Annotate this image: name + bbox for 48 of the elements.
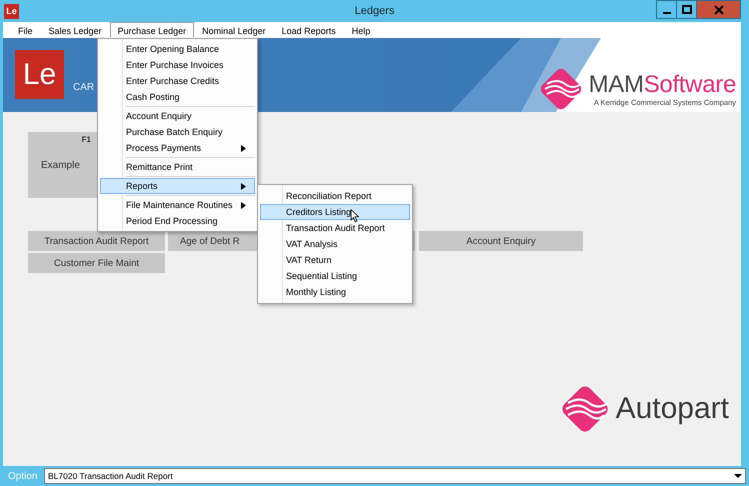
app-logo: Le bbox=[15, 50, 64, 99]
product-logo-text: Autopart bbox=[616, 392, 729, 426]
menu-entry[interactable]: Period End Processing bbox=[100, 213, 255, 229]
menu-item[interactable]: Sales Ledger bbox=[40, 22, 110, 38]
menu-item[interactable]: Load Reports bbox=[274, 22, 344, 38]
menu-entry[interactable]: VAT Analysis bbox=[260, 236, 410, 252]
dropdown-arrow-icon bbox=[734, 473, 742, 479]
brand-name-suffix: Software bbox=[644, 70, 736, 98]
menu-entry[interactable]: Reconciliation Report bbox=[260, 188, 410, 204]
menu-entry[interactable]: Process Payments bbox=[100, 140, 255, 156]
menu-entry[interactable]: Cash Posting bbox=[100, 89, 255, 105]
menu-item[interactable]: Purchase Ledger bbox=[110, 22, 194, 38]
menu-entry[interactable]: Enter Purchase Invoices bbox=[100, 57, 255, 73]
menu-entry[interactable]: Creditors Listing bbox=[260, 204, 410, 220]
submenu-arrow-icon bbox=[241, 144, 246, 152]
menu-item[interactable]: Help bbox=[344, 22, 378, 38]
menu-entry[interactable]: Enter Opening Balance bbox=[100, 41, 255, 57]
mouse-cursor-icon bbox=[350, 209, 360, 223]
function-button[interactable]: Account Enquiry bbox=[419, 231, 583, 251]
menu-entry[interactable]: Reports bbox=[100, 178, 255, 194]
menu-item[interactable]: File bbox=[10, 22, 41, 38]
option-label: Option bbox=[7, 470, 38, 482]
menu-entry[interactable]: Account Enquiry bbox=[100, 108, 255, 124]
banner-caption: CAR bbox=[73, 82, 94, 93]
minimize-icon bbox=[662, 12, 670, 14]
close-button[interactable] bbox=[696, 0, 741, 19]
option-combo-box[interactable]: BL7020 Transaction Audit Report bbox=[44, 468, 746, 484]
menu-entry[interactable]: Enter Purchase Credits bbox=[100, 73, 255, 89]
minimize-button[interactable] bbox=[656, 0, 677, 19]
app-icon: Le bbox=[4, 4, 19, 18]
menu-entry[interactable]: Sequential Listing bbox=[260, 268, 410, 284]
maximize-icon bbox=[682, 4, 692, 14]
menu-item[interactable]: Nominal Ledger bbox=[194, 22, 274, 38]
menu-entry[interactable]: Monthly Listing bbox=[260, 284, 410, 300]
function-button[interactable]: Transaction Audit Report bbox=[28, 231, 165, 251]
menu-entry[interactable]: Remittance Print bbox=[100, 159, 255, 175]
menu-entry[interactable]: VAT Return bbox=[260, 252, 410, 268]
example-button[interactable]: F1 Example bbox=[28, 132, 98, 198]
maximize-button[interactable] bbox=[676, 0, 697, 19]
menu-entry[interactable]: Purchase Batch Enquiry bbox=[100, 124, 255, 140]
submenu-arrow-icon bbox=[241, 202, 246, 208]
window-title: Ledgers bbox=[354, 5, 394, 17]
function-button[interactable]: Customer File Maint bbox=[28, 253, 165, 273]
close-icon bbox=[714, 4, 724, 14]
menu-entry[interactable]: File Maintenance Routines bbox=[100, 197, 255, 213]
brand-name: MAM bbox=[588, 70, 644, 98]
submenu-arrow-icon bbox=[241, 182, 246, 190]
menu-entry[interactable]: Transaction Audit Report bbox=[260, 220, 410, 236]
